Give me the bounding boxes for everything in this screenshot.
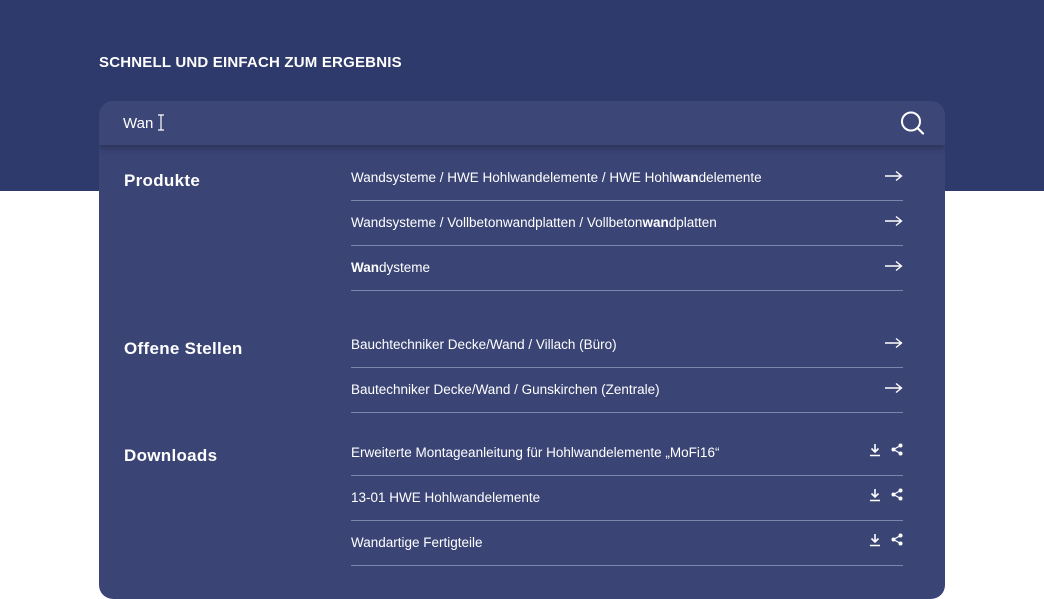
- result-row-stelle-2[interactable]: Bautechniker Decke/Wand / Gunskirchen (Z…: [351, 368, 903, 413]
- search-input[interactable]: [123, 112, 883, 134]
- download-row-3[interactable]: Wandartige Fertigteile: [351, 521, 903, 566]
- result-label: Wandsysteme / HWE Hohlwandelemente / HWE…: [351, 170, 762, 185]
- result-label: Bautechniker Decke/Wand / Gunskirchen (Z…: [351, 382, 660, 397]
- hero-title: SCHNELL UND EINFACH ZUM ERGEBNIS: [99, 54, 402, 71]
- share-icon[interactable]: [891, 443, 903, 456]
- result-label: Wandysteme: [351, 260, 431, 275]
- share-icon[interactable]: [891, 488, 903, 501]
- download-label: 13-01 HWE Hohlwandelemente: [351, 490, 541, 505]
- download-row-1[interactable]: Erweiterte Montageanleitung für Hohlwand…: [351, 431, 903, 476]
- arrow-right-icon: [885, 170, 903, 182]
- search-icon[interactable]: [899, 110, 925, 136]
- text-cursor-icon: [158, 114, 164, 131]
- section-title-produkte: Produkte: [124, 171, 201, 190]
- search-panel: Produkte Wandsysteme / HWE Hohlwandeleme…: [99, 101, 945, 599]
- download-label: Wandartige Fertigteile: [351, 535, 483, 550]
- result-row-produkt-3[interactable]: Wandysteme: [351, 246, 903, 291]
- arrow-right-icon: [885, 382, 903, 394]
- download-icon[interactable]: [869, 533, 881, 547]
- section-title-offene-stellen: Offene Stellen: [124, 339, 243, 358]
- result-label: Wandsysteme / Vollbetonwandplatten / Vol…: [351, 215, 717, 230]
- share-icon[interactable]: [891, 533, 903, 546]
- section-title-downloads: Downloads: [124, 446, 218, 465]
- arrow-right-icon: [885, 215, 903, 227]
- download-row-2[interactable]: 13-01 HWE Hohlwandelemente: [351, 476, 903, 521]
- result-row-stelle-1[interactable]: Bauchtechniker Decke/Wand / Villach (Bür…: [351, 323, 903, 368]
- arrow-right-icon: [885, 260, 903, 272]
- result-row-produkt-1[interactable]: Wandsysteme / HWE Hohlwandelemente / HWE…: [351, 156, 903, 201]
- arrow-right-icon: [885, 337, 903, 349]
- download-label: Erweiterte Montageanleitung für Hohlwand…: [351, 445, 720, 460]
- download-icon[interactable]: [869, 488, 881, 502]
- result-row-produkt-2[interactable]: Wandsysteme / Vollbetonwandplatten / Vol…: [351, 201, 903, 246]
- search-bar: [99, 101, 945, 145]
- result-label: Bauchtechniker Decke/Wand / Villach (Bür…: [351, 337, 617, 352]
- download-icon[interactable]: [869, 443, 881, 457]
